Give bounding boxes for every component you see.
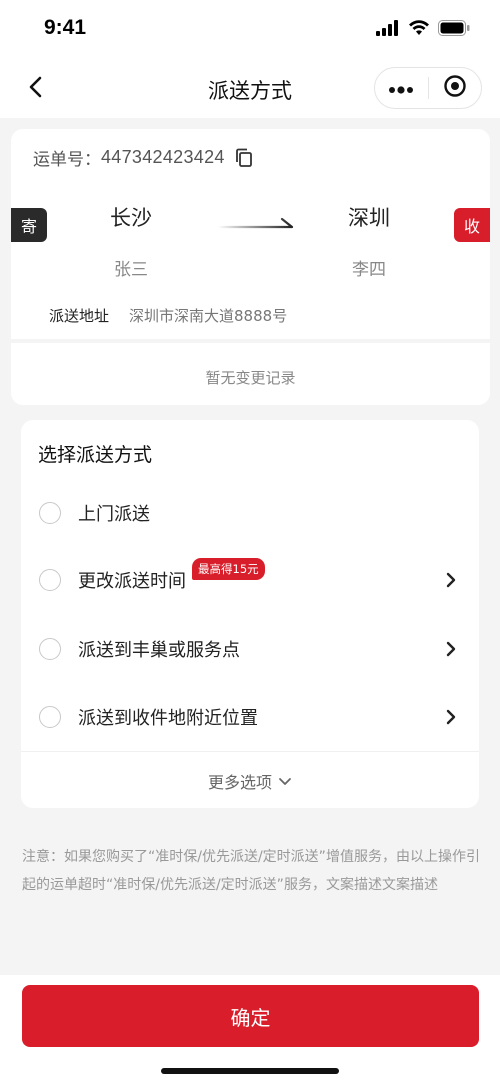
- address-label: 派送地址: [49, 307, 110, 325]
- waybill-number: 447342423424: [101, 147, 225, 167]
- shipment-card: 运单号： 447342423424 寄 收 长沙 深圳 张三 李四 派送地址 深…: [11, 129, 490, 405]
- signal-icon: [376, 20, 400, 40]
- close-button[interactable]: [429, 68, 482, 108]
- route-arrow-icon: [216, 215, 296, 229]
- option-label: 派送到丰巢或服务点: [78, 640, 240, 661]
- reward-badge: 最高得15元: [192, 558, 265, 580]
- home-indicator: [161, 1068, 339, 1074]
- to-city: 深圳: [348, 206, 390, 230]
- radio-button[interactable]: [39, 706, 61, 728]
- card-divider: [11, 339, 490, 343]
- chevron-right-icon: [445, 572, 459, 588]
- status-time: 9:41: [44, 16, 87, 39]
- chevron-right-icon: [445, 641, 459, 657]
- wifi-icon: [408, 20, 430, 40]
- card-divider: [21, 751, 479, 752]
- option-door-delivery[interactable]: 上门派送: [21, 488, 479, 538]
- option-label: 上门派送: [78, 504, 150, 525]
- copy-icon[interactable]: [235, 148, 253, 168]
- address-row: 派送地址 深圳市深南大道8888号: [49, 305, 287, 326]
- option-change-time[interactable]: 更改派送时间 最高得15元: [21, 555, 479, 605]
- no-record-text: 暂无变更记录: [205, 369, 296, 387]
- waybill-label: 运单号：: [33, 150, 101, 170]
- radio-button[interactable]: [39, 502, 61, 524]
- sender-name: 张三: [114, 260, 148, 280]
- battery-icon: [438, 20, 470, 40]
- more-options-button[interactable]: 更多选项: [21, 769, 479, 793]
- chevron-right-icon: [445, 709, 459, 725]
- section-title: 选择派送方式: [38, 444, 153, 466]
- status-bar: 9:41: [0, 0, 500, 60]
- more-options-label: 更多选项: [207, 773, 272, 792]
- mini-program-capsule: [374, 67, 482, 109]
- more-dots-icon: [388, 79, 414, 98]
- chevron-down-icon: [278, 772, 292, 791]
- option-locker-or-service-point[interactable]: 派送到丰巢或服务点: [21, 624, 479, 674]
- confirm-button[interactable]: 确定: [22, 985, 479, 1047]
- radio-button[interactable]: [39, 638, 61, 660]
- option-label: 派送到收件地附近位置: [78, 708, 258, 729]
- option-nearby-location[interactable]: 派送到收件地附近位置: [21, 692, 479, 742]
- receive-tag: 收: [454, 208, 490, 242]
- close-target-icon: [443, 74, 467, 102]
- more-button[interactable]: [375, 68, 428, 108]
- send-tag: 寄: [11, 208, 47, 242]
- status-icons: [376, 20, 470, 40]
- radio-button[interactable]: [39, 569, 61, 591]
- waybill-row: 运单号： 447342423424: [33, 145, 253, 170]
- notice-text: 注意：如果您购买了“准时保/优先派送/定时派送”增值服务，由以上操作引起的运单超…: [22, 849, 480, 893]
- bottom-bar: 确定: [0, 975, 500, 1083]
- option-label: 更改派送时间: [78, 571, 186, 592]
- from-city: 长沙: [110, 206, 152, 230]
- address-value: 深圳市深南大道8888号: [129, 307, 288, 325]
- nav-bar: 派送方式: [0, 60, 500, 118]
- delivery-options-card: 选择派送方式 上门派送 更改派送时间 最高得15元 派送到丰巢或服务点 派送到收…: [21, 420, 479, 808]
- receiver-name: 李四: [352, 260, 386, 280]
